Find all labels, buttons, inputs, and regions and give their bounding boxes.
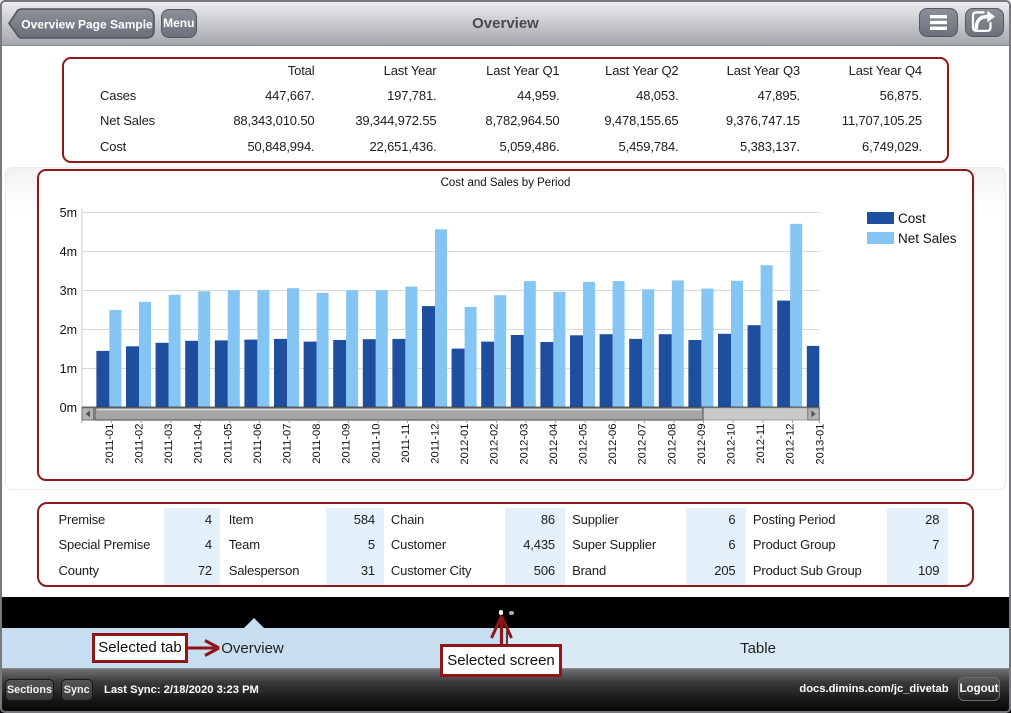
svg-text:2011-01: 2011-01 xyxy=(104,424,116,464)
svg-text:2011-12: 2011-12 xyxy=(430,424,442,464)
svg-text:2m: 2m xyxy=(60,323,77,337)
svg-text:2011-05: 2011-05 xyxy=(222,424,234,464)
svg-text:2011-06: 2011-06 xyxy=(252,424,264,464)
svg-text:2012-01: 2012-01 xyxy=(459,424,471,465)
svg-text:2012-07: 2012-07 xyxy=(637,424,649,465)
svg-text:2012-04: 2012-04 xyxy=(548,424,560,465)
svg-text:2011-10: 2011-10 xyxy=(370,424,382,464)
svg-text:2012-05: 2012-05 xyxy=(578,424,590,465)
svg-text:2011-03: 2011-03 xyxy=(163,424,175,464)
svg-text:2012-12: 2012-12 xyxy=(785,424,797,465)
svg-text:0m: 0m xyxy=(60,401,77,415)
svg-text:2012-08: 2012-08 xyxy=(666,424,678,465)
svg-text:2011-09: 2011-09 xyxy=(341,424,353,464)
svg-text:4m: 4m xyxy=(60,245,77,259)
svg-text:2012-09: 2012-09 xyxy=(696,424,708,465)
svg-text:2011-02: 2011-02 xyxy=(134,424,146,464)
svg-text:5m: 5m xyxy=(60,206,77,220)
svg-text:2012-10: 2012-10 xyxy=(726,424,738,465)
svg-text:2011-11: 2011-11 xyxy=(400,424,412,463)
svg-text:2011-08: 2011-08 xyxy=(311,424,323,464)
svg-text:2011-07: 2011-07 xyxy=(282,424,294,464)
svg-text:2013-01: 2013-01 xyxy=(814,424,826,465)
svg-text:2012-02: 2012-02 xyxy=(489,424,501,465)
svg-text:2011-04: 2011-04 xyxy=(193,424,205,464)
svg-text:2012-03: 2012-03 xyxy=(518,424,530,465)
svg-text:3m: 3m xyxy=(60,284,77,298)
svg-text:2012-11: 2012-11 xyxy=(755,424,767,464)
svg-text:2012-06: 2012-06 xyxy=(607,424,619,465)
svg-text:1m: 1m xyxy=(60,362,77,376)
